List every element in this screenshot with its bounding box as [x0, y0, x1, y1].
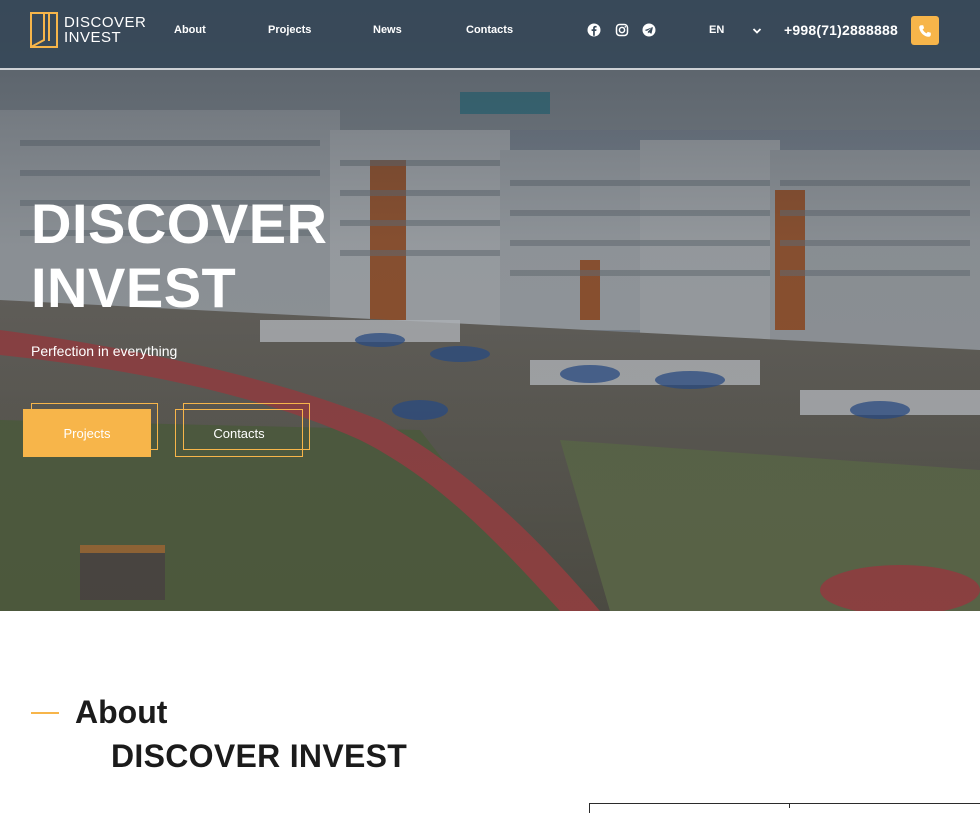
language-selector[interactable]: EN [709, 24, 724, 36]
logo-line-2: INVEST [64, 29, 122, 46]
telegram-icon[interactable] [642, 23, 656, 37]
about-heading: About [75, 694, 168, 730]
nav-item-contacts[interactable]: Contacts [466, 24, 513, 36]
logo-mark-icon [30, 12, 58, 48]
logo[interactable]: DISCOVER INVEST [30, 12, 146, 48]
hero-title: DISCOVER INVEST [31, 192, 431, 320]
nav-item-news[interactable]: News [373, 24, 402, 36]
phone-icon [919, 24, 931, 37]
contacts-button[interactable]: Contacts [175, 409, 303, 457]
facebook-icon[interactable] [587, 23, 601, 37]
projects-button[interactable]: Projects [23, 409, 151, 457]
hero-title-line-2: INVEST [31, 256, 237, 319]
hero-subtitle: Perfection in everything [31, 343, 178, 359]
phone-number[interactable]: +998(71)2888888 [784, 22, 898, 38]
instagram-icon[interactable] [615, 23, 629, 37]
about-card-border [589, 803, 980, 813]
about-card-divider [789, 803, 790, 808]
call-button[interactable] [911, 16, 939, 45]
nav-item-about[interactable]: About [174, 24, 206, 36]
about-accent-line [31, 712, 59, 714]
about-subheading: DISCOVER INVEST [111, 738, 408, 774]
chevron-down-icon[interactable] [751, 25, 763, 37]
hero-section: DISCOVER INVEST About Projects News Cont… [0, 0, 980, 611]
logo-line-1: DISCOVER [64, 14, 147, 31]
nav-item-projects[interactable]: Projects [268, 24, 311, 36]
site-header: DISCOVER INVEST About Projects News Cont… [0, 0, 980, 70]
logo-text: DISCOVER INVEST [64, 15, 146, 45]
hero-title-line-1: DISCOVER [31, 192, 328, 255]
